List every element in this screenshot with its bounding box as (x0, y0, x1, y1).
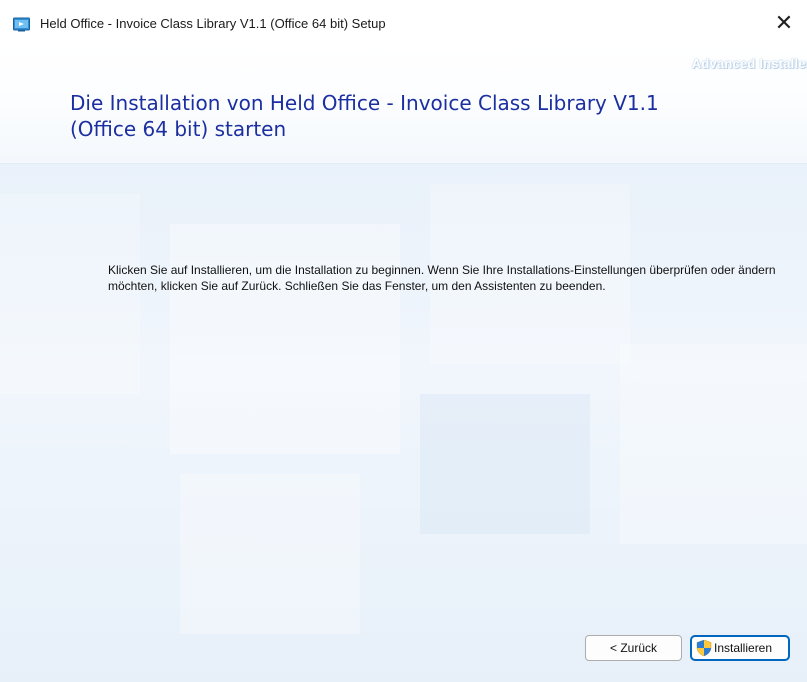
title-bar[interactable]: Held Office - Invoice Class Library V1.1… (0, 0, 807, 46)
back-button[interactable]: < Zurück (585, 635, 682, 661)
setup-window: Held Office - Invoice Class Library V1.1… (0, 0, 807, 682)
page-title: Die Installation von Held Office - Invoi… (70, 91, 659, 141)
close-icon: ✕ (774, 10, 794, 35)
install-button[interactable]: Installieren (690, 635, 790, 661)
background-decoration (420, 394, 590, 534)
background-decoration (620, 344, 807, 544)
background-decoration (170, 224, 400, 454)
background-decoration (180, 474, 360, 634)
close-button[interactable]: ✕ (761, 0, 807, 46)
installer-app-icon (13, 17, 30, 32)
install-button-label: Installieren (714, 641, 773, 655)
uac-shield-icon (696, 639, 712, 657)
brand-watermark: Advanced Installer (691, 56, 807, 71)
back-button-label: < Zurück (609, 641, 657, 655)
content-area: Klicken Sie auf Installieren, um die Ins… (0, 164, 807, 682)
instructions-text: Klicken Sie auf Installieren, um die Ins… (108, 263, 776, 293)
background-decoration (0, 194, 140, 394)
header-banner: Advanced Installer Die Installation von … (0, 46, 807, 164)
window-title: Held Office - Invoice Class Library V1.1… (40, 16, 386, 31)
